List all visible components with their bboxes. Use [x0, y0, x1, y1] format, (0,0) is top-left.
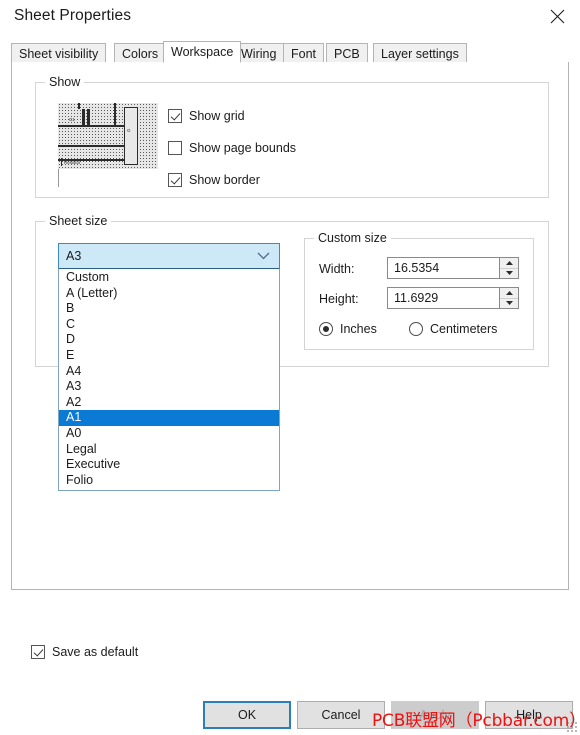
ok-button[interactable]: OK	[203, 701, 291, 729]
sheet-size-dropdown-list[interactable]: Custom A (Letter) B C D E A4 A3 A2 A1 A0…	[58, 268, 280, 492]
dropdown-item-c[interactable]: C	[59, 317, 279, 333]
tab-label: Sheet visibility	[19, 46, 99, 61]
tab-label: PCB	[334, 46, 360, 61]
workspace-tab-panel: Show C1 G Resistor Show grid Show page b…	[11, 62, 569, 590]
radio-box	[319, 322, 333, 336]
height-label: Height:	[319, 292, 359, 306]
show-grid-label: Show grid	[189, 109, 245, 123]
width-label: Width:	[319, 262, 355, 276]
tab-pcb[interactable]: PCB	[326, 43, 368, 63]
spin-down-icon[interactable]	[500, 299, 518, 309]
units-centimeters-label: Centimeters	[430, 322, 498, 336]
dropdown-item-a0[interactable]: A0	[59, 426, 279, 442]
custom-size-group: Custom size Width: 16.5354 Height: 11.69…	[304, 231, 534, 350]
dropdown-item-a1[interactable]: A1	[59, 410, 279, 426]
preview-label-g: G	[127, 128, 131, 133]
tab-colors[interactable]: Colors	[114, 43, 167, 63]
width-spinbox[interactable]: 16.5354	[387, 257, 519, 279]
show-page-bounds-checkbox[interactable]: Show page bounds	[168, 141, 296, 155]
show-group-title: Show	[45, 75, 85, 89]
spin-up-icon[interactable]	[500, 288, 518, 299]
sheet-size-group: Sheet size A3 Custom A (Letter) B C D E …	[35, 214, 549, 492]
spin-up-icon[interactable]	[500, 258, 518, 269]
dropdown-item-a4[interactable]: A4	[59, 364, 279, 380]
height-value[interactable]: 11.6929	[388, 288, 499, 308]
preview-label-c1: C1	[69, 117, 75, 122]
close-icon	[550, 9, 565, 24]
ok-button-label: OK	[237, 708, 257, 722]
checkbox-box	[168, 141, 182, 155]
chevron-down-icon	[257, 247, 270, 265]
width-stepper[interactable]	[499, 258, 518, 278]
show-border-checkbox[interactable]: Show border	[168, 173, 260, 187]
dropdown-item-d[interactable]: D	[59, 332, 279, 348]
tab-label: Colors	[122, 46, 159, 61]
sheet-properties-dialog: Sheet Properties Sheet visibility Colors…	[0, 0, 580, 735]
window-title: Sheet Properties	[14, 7, 132, 24]
save-as-default-label: Save as default	[52, 645, 139, 659]
close-button[interactable]	[534, 0, 580, 32]
dropdown-item-a-letter[interactable]: A (Letter)	[59, 286, 279, 302]
dropdown-item-executive[interactable]: Executive	[59, 457, 279, 473]
dropdown-item-custom[interactable]: Custom	[59, 270, 279, 286]
save-as-default-checkbox[interactable]: Save as default	[31, 645, 138, 659]
radio-box	[409, 322, 423, 336]
units-inches-radio[interactable]: Inches	[319, 322, 377, 336]
custom-size-group-title: Custom size	[314, 231, 391, 245]
tab-layer-settings[interactable]: Layer settings	[373, 43, 467, 63]
preview-label-footer: Resistor	[64, 160, 81, 165]
tab-label: Font	[291, 46, 317, 61]
show-border-label: Show border	[189, 173, 260, 187]
show-page-bounds-label: Show page bounds	[189, 141, 297, 155]
checkbox-box	[168, 173, 182, 187]
cancel-button-label: Cancel	[321, 708, 361, 722]
dropdown-item-folio[interactable]: Folio	[59, 473, 279, 489]
tab-font[interactable]: Font	[283, 43, 325, 63]
help-button[interactable]: Help	[485, 701, 573, 729]
units-centimeters-radio[interactable]: Centimeters	[409, 322, 497, 336]
sheet-preview-thumbnail: C1 G Resistor	[58, 103, 158, 169]
apply-button-label: Apply	[419, 708, 451, 722]
spin-down-icon[interactable]	[500, 269, 518, 279]
dropdown-item-a2[interactable]: A2	[59, 395, 279, 411]
tab-label: Wiring	[241, 46, 277, 61]
tab-workspace[interactable]: Workspace	[163, 41, 242, 63]
width-value[interactable]: 16.5354	[388, 258, 499, 278]
tab-sheet-visibility[interactable]: Sheet visibility	[11, 43, 107, 63]
sheet-size-value: A3	[66, 249, 82, 263]
dropdown-item-b[interactable]: B	[59, 301, 279, 317]
checkbox-box	[31, 645, 45, 659]
dropdown-item-a3[interactable]: A3	[59, 379, 279, 395]
tab-strip: Sheet visibility Colors Workspace Wiring…	[11, 41, 569, 63]
height-stepper[interactable]	[499, 288, 518, 308]
resize-grip[interactable]	[566, 721, 578, 733]
dropdown-item-legal[interactable]: Legal	[59, 442, 279, 458]
sheet-size-group-title: Sheet size	[45, 214, 112, 228]
title-bar: Sheet Properties	[0, 0, 580, 36]
tab-label: Layer settings	[381, 46, 459, 61]
checkbox-box	[168, 109, 182, 123]
sheet-size-combobox[interactable]: A3	[58, 243, 280, 269]
cancel-button[interactable]: Cancel	[297, 701, 385, 729]
show-grid-checkbox[interactable]: Show grid	[168, 109, 245, 123]
dropdown-item-e[interactable]: E	[59, 348, 279, 364]
units-inches-label: Inches	[340, 322, 377, 336]
height-spinbox[interactable]: 11.6929	[387, 287, 519, 309]
show-group: Show C1 G Resistor Show grid Show page b…	[35, 75, 549, 198]
apply-button: Apply	[391, 701, 479, 729]
help-button-label: Help	[516, 708, 542, 722]
tab-label: Workspace	[171, 45, 234, 59]
